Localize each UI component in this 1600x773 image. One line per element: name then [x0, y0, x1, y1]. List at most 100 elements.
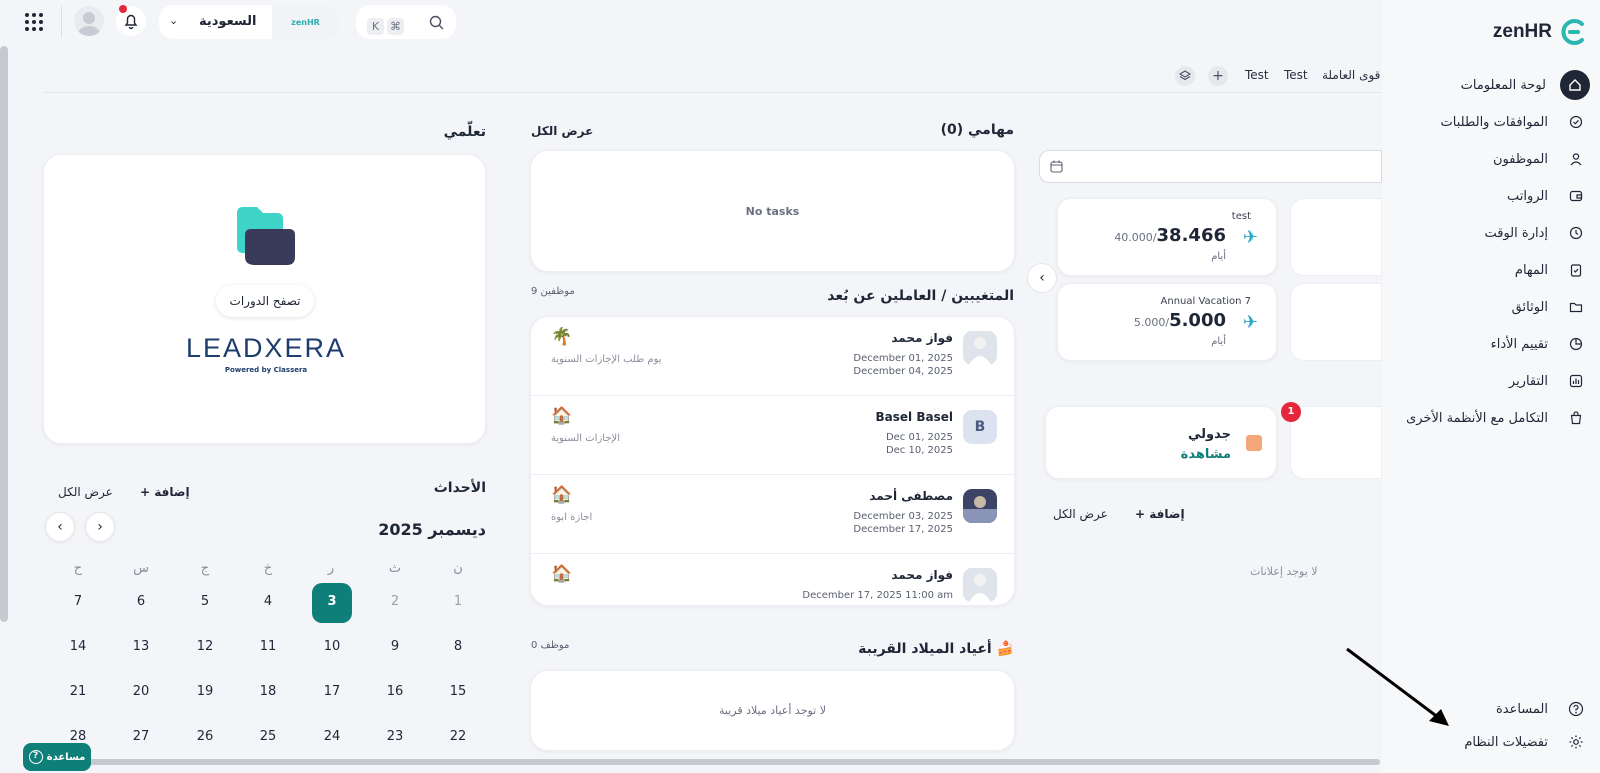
- leave-type: يوم طلب الإجازات السنوية: [551, 354, 662, 365]
- calendar-next-button[interactable]: ›: [85, 512, 115, 542]
- view-all-tasks[interactable]: عرض الكل: [531, 124, 593, 138]
- employee-name: مصطفى أحمد: [869, 489, 953, 503]
- calendar-day[interactable]: 12: [185, 639, 225, 654]
- view-all-announcements[interactable]: عرض الكل: [1053, 507, 1108, 521]
- search-box[interactable]: K ⌘: [356, 5, 456, 39]
- employee-name: فواز محمد: [891, 568, 953, 582]
- country-selector[interactable]: ⌄ السعودية zenHR: [159, 5, 339, 39]
- calendar-day[interactable]: 8: [438, 639, 478, 654]
- clock-icon: [1562, 219, 1590, 247]
- sidebar-item-payroll[interactable]: الرواتب: [1390, 181, 1590, 211]
- calendar-day[interactable]: 26: [185, 729, 225, 744]
- sidebar-item-reports[interactable]: التقارير: [1390, 366, 1590, 396]
- schedule-title: جدولي: [1188, 427, 1231, 442]
- sidebar-item-performance[interactable]: تقييم الأداء: [1390, 329, 1590, 359]
- events-title: الأحداث: [433, 480, 486, 496]
- learning-title: تعلّمي: [443, 124, 486, 140]
- schedule-card[interactable]: جدولي مشاهدة: [1045, 406, 1277, 479]
- calendar-day[interactable]: 13: [121, 639, 161, 654]
- balance-title: test: [1231, 211, 1251, 222]
- weekday-header: ج: [200, 561, 210, 576]
- balance-card-annual[interactable]: Annual Vacation 7 5.000 / 5.000 أيام ✈: [1057, 283, 1277, 361]
- house-icon: 🏠: [551, 564, 573, 584]
- sidebar-item-employees[interactable]: الموظفون: [1390, 144, 1590, 174]
- calendar-day[interactable]: 14: [58, 639, 98, 654]
- search-icon: [429, 15, 444, 30]
- list-item[interactable]: فواز محمد December 01, 2025 December 04,…: [531, 317, 1014, 396]
- calendar-day[interactable]: 10: [312, 639, 352, 654]
- calendar-day[interactable]: 21: [58, 684, 98, 699]
- add-tab-button[interactable]: +: [1208, 66, 1228, 86]
- sidebar-item-integrations[interactable]: التكامل مع الأنظمة الأخرى: [1390, 403, 1590, 433]
- hidden-card: [1290, 406, 1382, 479]
- calendar-day[interactable]: 7: [58, 594, 98, 609]
- weekday-header: ح: [73, 561, 83, 576]
- calendar-day[interactable]: 28: [58, 729, 98, 744]
- calendar-day[interactable]: 25: [248, 729, 288, 744]
- no-birthdays-text: لا توجد أعياد ميلاد قريبة: [718, 704, 827, 717]
- sidebar-item-dashboard[interactable]: لوحة المعلومات: [1390, 70, 1590, 100]
- weekday-header: خ: [263, 561, 273, 576]
- balances-prev-button[interactable]: ‹: [1027, 263, 1057, 293]
- sidebar-item-tasks[interactable]: المهام: [1390, 255, 1590, 285]
- balance-total: 5.000: [1133, 316, 1166, 329]
- cake-icon: 🍰: [996, 641, 1014, 657]
- calendar-day[interactable]: 24: [312, 729, 352, 744]
- layers-button[interactable]: [1175, 66, 1195, 86]
- add-event-button[interactable]: + إضافة: [140, 485, 190, 499]
- calendar-prev-button[interactable]: ‹: [45, 512, 75, 542]
- tab-workforce[interactable]: قوى العاملة: [1322, 68, 1380, 82]
- calendar-day[interactable]: 23: [375, 729, 415, 744]
- sidebar-item-documents[interactable]: الوثائق: [1390, 292, 1590, 322]
- calendar-day[interactable]: 6: [121, 594, 161, 609]
- calendar-day[interactable]: 16: [375, 684, 415, 699]
- list-item[interactable]: مصطفى أحمد December 03, 2025 December 17…: [531, 475, 1014, 554]
- schedule-badge: 1: [1281, 402, 1301, 422]
- date-from: December 01, 2025: [853, 353, 953, 364]
- calendar-day[interactable]: 1: [438, 594, 478, 609]
- no-tasks-text: No tasks: [745, 205, 800, 218]
- calendar-day[interactable]: 20: [121, 684, 161, 699]
- calendar-day[interactable]: 5: [185, 594, 225, 609]
- bar-chart-icon: [1562, 367, 1590, 395]
- chevron-left-icon: ‹: [57, 519, 63, 535]
- date-filter-input[interactable]: [1039, 150, 1382, 183]
- calendar-day[interactable]: 11: [248, 639, 288, 654]
- horizontal-scrollbar[interactable]: [40, 759, 1380, 765]
- notifications-button[interactable]: [116, 5, 146, 36]
- sidebar-item-time-management[interactable]: إدارة الوقت: [1390, 218, 1590, 248]
- list-item[interactable]: B Basel Basel Dec 01, 2025 Dec 10, 2025 …: [531, 396, 1014, 475]
- calendar-day[interactable]: 22: [438, 729, 478, 744]
- leadxera-logo: LEADXERA Powered by Classera: [185, 333, 347, 374]
- calendar-day[interactable]: 19: [185, 684, 225, 699]
- calendar-day[interactable]: 17: [312, 684, 352, 699]
- help-floating-button[interactable]: ? مساعدة: [23, 743, 91, 771]
- balance-title: Annual Vacation 7: [1160, 296, 1251, 307]
- calendar-day[interactable]: 15: [438, 684, 478, 699]
- calendar-day[interactable]: 2: [375, 594, 415, 609]
- sidebar-item-approvals[interactable]: الموافقات والطلبات: [1390, 107, 1590, 137]
- tab-test-1[interactable]: Test: [1245, 68, 1269, 82]
- view-all-events[interactable]: عرض الكل: [58, 485, 113, 499]
- birthdays-title: أعياد الميلاد القريبة 🍰: [858, 641, 1014, 657]
- balance-card-test[interactable]: test 40.000 / 38.466 أيام ✈: [1057, 198, 1277, 276]
- apps-grid-icon[interactable]: [24, 12, 44, 32]
- date-from: December 03, 2025: [853, 511, 953, 522]
- zenhr-logo: zenHR: [1493, 18, 1588, 46]
- calendar-day-today[interactable]: 3: [312, 594, 352, 609]
- date-from: December 17, 2025 11:00 am: [802, 590, 953, 601]
- schedule-view-link[interactable]: مشاهدة: [1181, 447, 1231, 462]
- calendar-day[interactable]: 4: [248, 594, 288, 609]
- tab-test-2[interactable]: Test: [1284, 68, 1308, 82]
- tasks-title: مهامي (0): [940, 122, 1014, 138]
- calendar-day[interactable]: 27: [121, 729, 161, 744]
- birthdays-count: 0 موظف: [531, 640, 570, 651]
- calendar-day[interactable]: 18: [248, 684, 288, 699]
- browse-courses-button[interactable]: تصفح الدورات: [216, 285, 314, 317]
- avatar: [963, 489, 997, 523]
- calendar-day[interactable]: 9: [375, 639, 415, 654]
- avatar[interactable]: [74, 6, 104, 36]
- vertical-scrollbar[interactable]: [0, 46, 8, 622]
- list-item[interactable]: فواز محمد December 17, 2025 11:00 am 🏠: [531, 554, 1014, 605]
- add-announcement-button[interactable]: + إضافة: [1135, 507, 1185, 521]
